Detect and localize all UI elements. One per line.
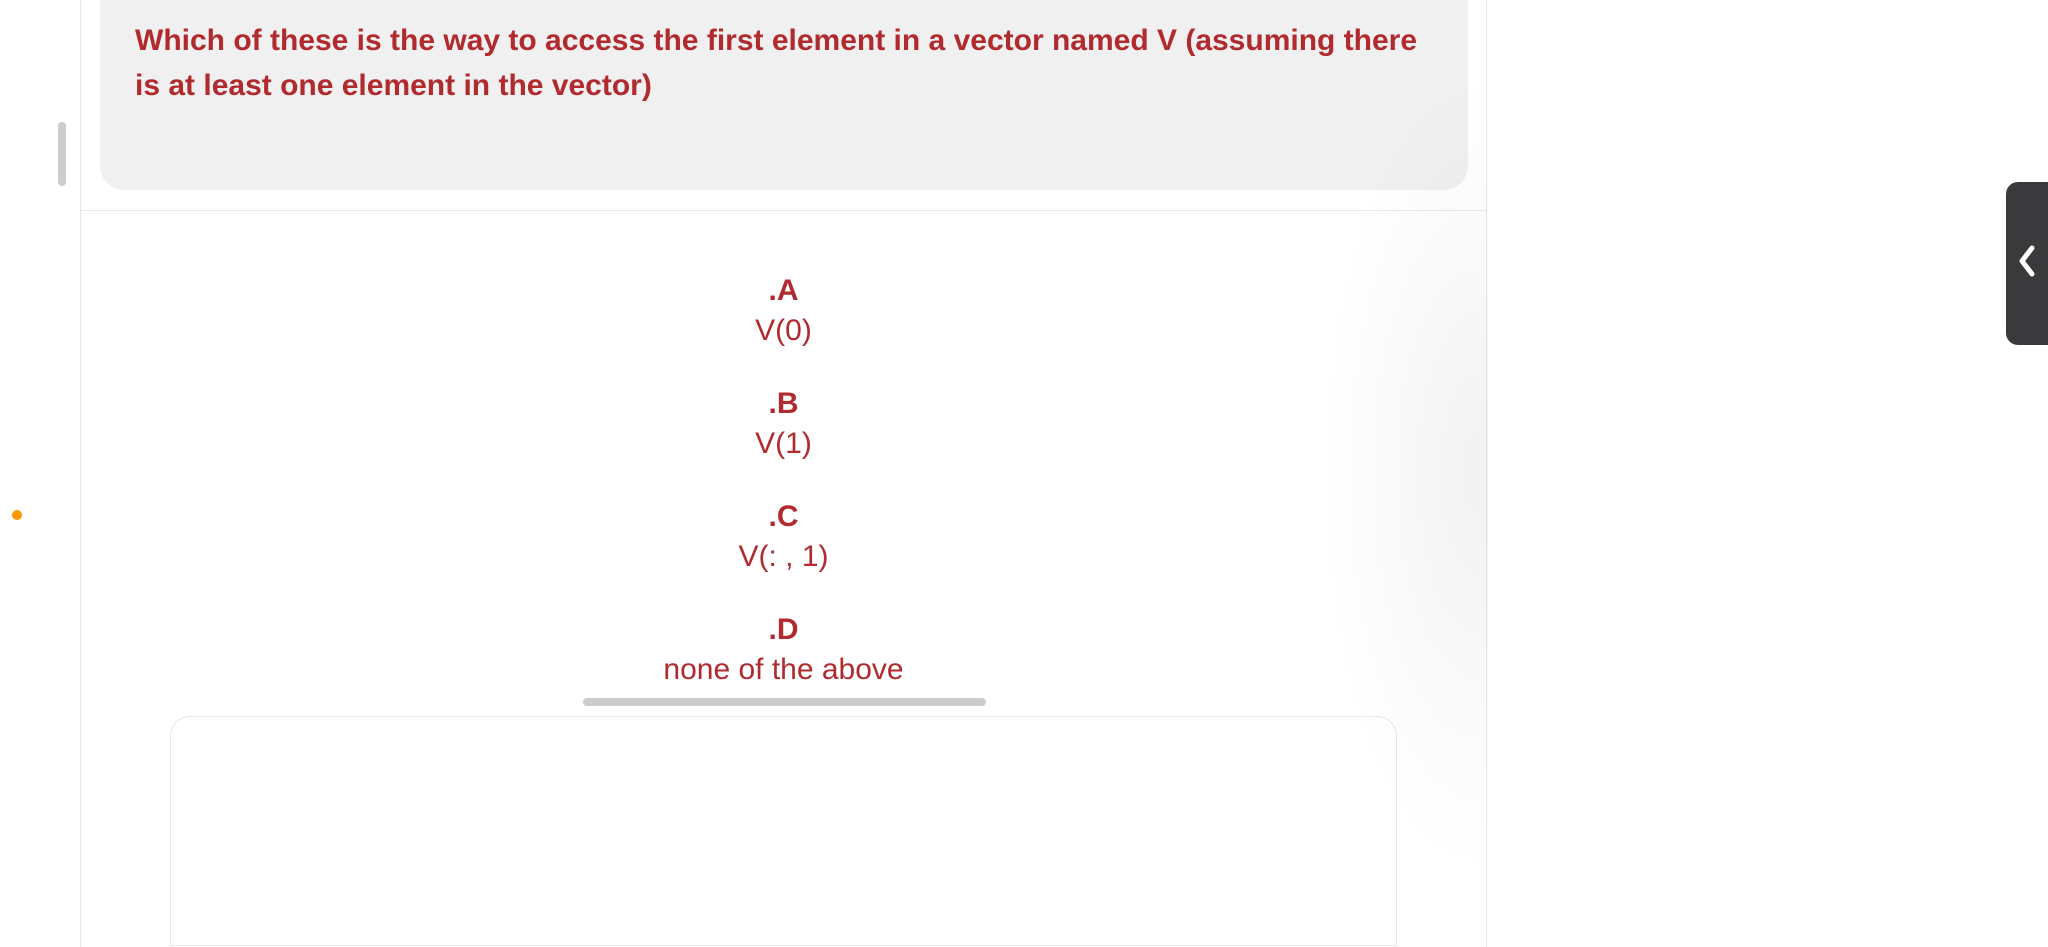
option-b[interactable]: .B V(1)	[755, 384, 812, 465]
bottom-panel	[170, 716, 1397, 946]
option-c[interactable]: .C V(: , 1)	[738, 497, 828, 578]
option-text: V(1)	[755, 423, 812, 465]
expand-panel-button[interactable]	[2006, 182, 2048, 345]
option-text: V(: , 1)	[738, 536, 828, 578]
option-text: V(0)	[755, 310, 812, 352]
right-border	[1486, 0, 1487, 947]
option-d[interactable]: .D none of the above	[663, 610, 903, 691]
question-card: Which of these is the way to access the …	[100, 0, 1468, 190]
chevron-left-icon	[2015, 242, 2039, 285]
option-label: .A	[755, 271, 812, 310]
option-a[interactable]: .A V(0)	[755, 271, 812, 352]
options-area: .A V(0) .B V(1) .C V(: , 1) .D none of t…	[81, 211, 1486, 716]
left-margin	[0, 0, 80, 947]
horizontal-scrollbar[interactable]	[583, 698, 986, 706]
option-text: none of the above	[663, 649, 903, 691]
question-text: Which of these is the way to access the …	[135, 18, 1433, 108]
option-label: .B	[755, 384, 812, 423]
option-label: .D	[663, 610, 903, 649]
option-label: .C	[738, 497, 828, 536]
vertical-scrollbar[interactable]	[58, 122, 66, 186]
notification-dot-icon	[12, 510, 22, 520]
